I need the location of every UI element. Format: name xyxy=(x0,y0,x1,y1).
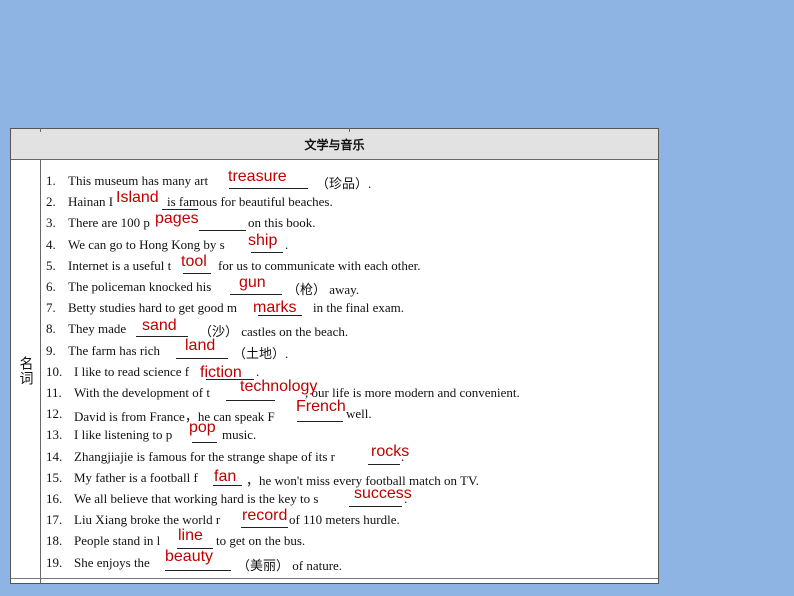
sentence-end: music. xyxy=(222,427,257,443)
sentence-end: well. xyxy=(346,406,372,422)
answer-blank xyxy=(199,215,246,232)
row-number: 4. xyxy=(46,236,56,252)
row-number: 10. xyxy=(46,363,63,379)
answer-word: success xyxy=(354,485,412,502)
sentence-end: （土地）. xyxy=(233,345,289,361)
slide-background: { "table": { "header": "文学与音乐", "categor… xyxy=(0,0,794,596)
sentence-end: on this book. xyxy=(248,215,316,231)
row-number: 11. xyxy=(46,385,62,400)
sentence-end: （枪） away. xyxy=(287,282,360,297)
answer-word: sand xyxy=(142,317,177,335)
row-number: 2. xyxy=(46,194,56,210)
answer-word: line xyxy=(178,527,203,545)
sentence-end: to get on the bus. xyxy=(216,533,306,549)
sentence-start: Liu Xiang broke the world r xyxy=(74,512,221,528)
row-number: 18. xyxy=(46,533,63,549)
answer-word: rocks xyxy=(371,442,410,460)
answer-word: treasure xyxy=(228,168,287,185)
category-label: 名词 xyxy=(17,356,34,386)
row-number: 17. xyxy=(46,512,63,528)
sentence-start: There are 100 p xyxy=(68,215,150,231)
answer-word: tool xyxy=(181,252,207,270)
column-tick xyxy=(349,128,350,132)
sentence-start: Hainan I xyxy=(68,194,114,210)
answer-word: record xyxy=(242,507,288,525)
row-number: 19. xyxy=(46,554,63,570)
row-number: 12. xyxy=(46,406,63,422)
sentence-start: My father is a football f xyxy=(74,469,198,485)
row-number: 1. xyxy=(46,173,56,188)
sentence-start: We all believe that working hard is the … xyxy=(74,491,319,506)
sentence-start: The farm has rich xyxy=(68,342,161,358)
answer-word: French xyxy=(296,398,346,416)
sentence-end: for us to communicate with each other. xyxy=(218,257,421,273)
sentence-end: （美丽） of nature. xyxy=(237,557,343,573)
row-number: 6. xyxy=(46,279,56,294)
column-tick xyxy=(40,128,41,132)
category-column: 名词 xyxy=(11,159,41,583)
row-number: 13. xyxy=(46,427,63,443)
answer-word: technology xyxy=(240,378,318,395)
sentence-start: This museum has many art xyxy=(68,173,209,188)
row-number: 8. xyxy=(46,321,56,337)
sentence-end: （珍品）. xyxy=(316,176,372,191)
row-number: 3. xyxy=(46,215,56,231)
sentence-start: David is from France，he can speak F xyxy=(74,409,275,425)
sentence-end: . xyxy=(285,236,289,252)
sentence-end: （沙） castles on the beach. xyxy=(199,324,349,340)
row-number: 7. xyxy=(46,300,56,316)
table-header: 文学与音乐 xyxy=(11,129,658,160)
sentence-end: in the final exam. xyxy=(313,300,404,316)
answer-word: pop xyxy=(189,419,216,437)
worksheet-table: 文学与音乐 名词 1. This museum has many art （珍品）.… xyxy=(10,128,659,584)
row-number: 14. xyxy=(46,448,63,464)
answer-word: marks xyxy=(253,299,297,317)
sentence-start: I like to read science f xyxy=(74,363,190,379)
sentence-start: With the development of t xyxy=(74,385,210,400)
sentence-start: Zhangjiajie is famous for the strange sh… xyxy=(74,448,336,464)
row-number: 5. xyxy=(46,257,56,273)
sentence-start: They made xyxy=(68,321,127,337)
sentence-start: We can go to Hong Kong by s xyxy=(68,236,225,252)
answer-word: Island xyxy=(116,189,159,207)
answer-word: pages xyxy=(155,210,199,228)
table-header-title: 文学与音乐 xyxy=(304,137,365,152)
answer-word: beauty xyxy=(165,547,214,565)
answer-word: gun xyxy=(239,274,266,291)
sentence-start: Betty studies hard to get good m xyxy=(68,300,237,316)
sentence-start: The policeman knocked his xyxy=(68,279,212,294)
row-number: 16. xyxy=(46,491,63,506)
answer-word: fiction xyxy=(200,363,242,381)
answer-word: ship xyxy=(248,231,278,249)
row-number: 9. xyxy=(46,342,56,358)
sentence-start: People stand in l xyxy=(74,533,161,549)
sentence-start: I like listening to p xyxy=(74,427,173,443)
sentence-end: of 110 meters hurdle. xyxy=(289,512,400,528)
bottom-rule xyxy=(11,578,658,579)
sentence-start: Internet is a useful t xyxy=(68,257,172,273)
row-number: 15. xyxy=(46,469,63,485)
sentence-start: She enjoys the xyxy=(74,554,150,570)
answer-word: land xyxy=(185,336,216,354)
sentence-end: is famous for beautiful beaches. xyxy=(167,194,333,210)
answer-word: fan xyxy=(214,467,237,485)
